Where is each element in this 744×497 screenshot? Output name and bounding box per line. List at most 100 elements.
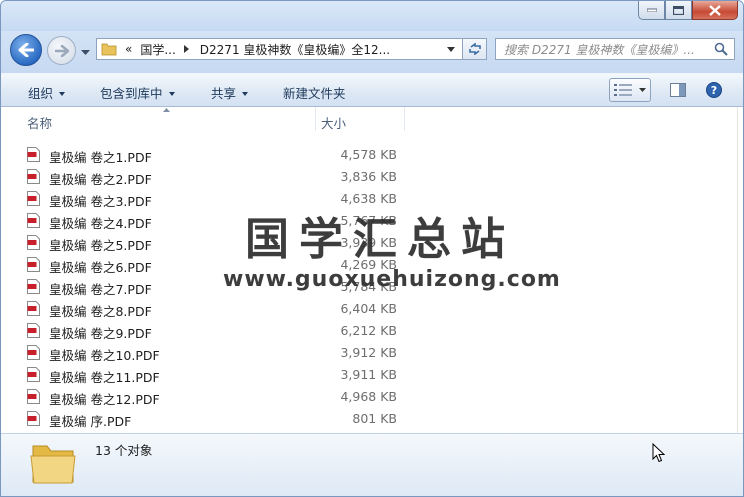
minimize-button[interactable] xyxy=(638,1,665,20)
file-row[interactable]: 皇极编 卷之3.PDF 4,638 KB xyxy=(25,188,405,210)
file-name[interactable]: 皇极编 卷之6.PDF xyxy=(49,257,152,276)
pdf-file-icon xyxy=(27,389,40,404)
back-arrow-icon xyxy=(18,43,34,57)
share-label: 共享 xyxy=(211,86,237,101)
file-size: 6,404 KB xyxy=(340,301,397,316)
pdf-file-icon xyxy=(27,345,40,360)
file-name[interactable]: 皇极编 卷之2.PDF xyxy=(49,169,152,188)
file-list-pane[interactable]: 名称 大小 皇极编 卷之1.PDF 4,578 KB 皇极编 卷之2.PDF 3,83… xyxy=(1,107,737,433)
forward-button[interactable] xyxy=(47,36,76,65)
file-row[interactable]: 皇极编 卷之4.PDF 5,767 KB xyxy=(25,210,405,232)
file-row[interactable]: 皇极编 卷之2.PDF 3,836 KB xyxy=(25,166,405,188)
breadcrumb-separator-icon[interactable] xyxy=(183,45,190,53)
file-row[interactable]: 皇极编 卷之11.PDF 3,911 KB xyxy=(25,364,405,386)
right-edge xyxy=(737,107,743,433)
file-name[interactable]: 皇极编 卷之12.PDF xyxy=(49,389,160,408)
file-name[interactable]: 皇极编 卷之8.PDF xyxy=(49,301,152,320)
recent-pages-dropdown[interactable] xyxy=(81,45,90,59)
pdf-file-icon xyxy=(27,257,40,272)
file-size: 3,836 KB xyxy=(340,169,397,184)
file-name[interactable]: 皇极编 卷之1.PDF xyxy=(49,147,152,166)
file-row[interactable]: 皇极编 卷之5.PDF 3,939 KB xyxy=(25,232,405,254)
file-size: 3,911 KB xyxy=(340,367,397,382)
chevron-down-icon[interactable] xyxy=(639,88,646,93)
folder-icon xyxy=(101,43,117,56)
chevron-down-icon xyxy=(168,92,175,96)
file-name[interactable]: 皇极编 卷之4.PDF xyxy=(49,213,152,232)
include-in-library-label: 包含到库中 xyxy=(100,86,163,101)
mouse-cursor-icon xyxy=(652,443,665,463)
pdf-file-icon xyxy=(27,411,40,426)
organize-label: 组织 xyxy=(28,86,54,101)
new-folder-button[interactable]: 新建文件夹 xyxy=(283,83,346,102)
file-name[interactable]: 皇极编 卷之3.PDF xyxy=(49,191,152,210)
file-size: 4,269 KB xyxy=(340,257,397,272)
pdf-file-icon xyxy=(27,169,40,184)
address-bar[interactable]: « 国学... D2271 皇极神数《皇极编》全12... xyxy=(96,38,463,60)
file-row[interactable]: 皇极编 卷之10.PDF 3,912 KB xyxy=(25,342,405,364)
preview-pane-icon[interactable] xyxy=(670,83,686,97)
close-icon xyxy=(709,4,721,16)
details-view-icon xyxy=(614,84,632,96)
file-row[interactable]: 皇极编 卷之9.PDF 6,212 KB xyxy=(25,320,405,342)
pdf-file-icon xyxy=(27,147,40,162)
file-name[interactable]: 皇极编 卷之10.PDF xyxy=(49,345,160,364)
column-divider[interactable] xyxy=(315,107,316,131)
search-input[interactable]: 搜索 D2271 皇极神数《皇极编》... xyxy=(496,41,714,58)
pdf-file-icon xyxy=(27,235,40,250)
details-pane: 13 个对象 xyxy=(1,433,743,496)
address-overflow-chevrons[interactable]: « xyxy=(125,42,132,56)
file-name[interactable]: 皇极编 卷之5.PDF xyxy=(49,235,152,254)
file-row[interactable]: 皇极编 卷之8.PDF 6,404 KB xyxy=(25,298,405,320)
column-header-size[interactable]: 大小 xyxy=(321,113,346,132)
pdf-file-icon xyxy=(27,301,40,316)
file-row[interactable]: 皇极编 卷之1.PDF 4,578 KB xyxy=(25,144,405,166)
file-rows: 皇极编 卷之1.PDF 4,578 KB 皇极编 卷之2.PDF 3,836 KB 皇极… xyxy=(25,144,405,430)
pdf-file-icon xyxy=(27,323,40,338)
column-header-row: 名称 大小 xyxy=(1,107,737,131)
pdf-file-icon xyxy=(27,191,40,206)
breadcrumb-item[interactable]: 国学... xyxy=(140,41,175,58)
svg-text:?: ? xyxy=(711,84,717,97)
item-count: 13 个对象 xyxy=(95,443,153,458)
include-in-library-menu[interactable]: 包含到库中 xyxy=(100,83,175,102)
file-row[interactable]: 皇极编 卷之12.PDF 4,968 KB xyxy=(25,386,405,408)
pdf-file-icon xyxy=(27,367,40,382)
change-view-button[interactable] xyxy=(609,78,651,102)
new-folder-label: 新建文件夹 xyxy=(283,86,346,101)
chevron-down-icon xyxy=(242,92,249,96)
file-size: 4,638 KB xyxy=(340,191,397,206)
back-button[interactable] xyxy=(10,34,42,66)
maximize-button[interactable] xyxy=(665,1,692,20)
forward-arrow-icon xyxy=(54,44,69,57)
share-menu[interactable]: 共享 xyxy=(211,83,249,102)
pdf-file-icon xyxy=(27,213,40,228)
refresh-button[interactable] xyxy=(463,38,487,60)
close-button[interactable] xyxy=(692,1,738,20)
file-size: 4,578 KB xyxy=(340,147,397,162)
file-size: 5,784 KB xyxy=(340,279,397,294)
help-icon[interactable]: ? xyxy=(706,82,722,98)
command-bar: 组织 包含到库中 共享 新建文件夹 ? xyxy=(1,73,743,107)
file-size: 5,767 KB xyxy=(340,213,397,228)
column-divider[interactable] xyxy=(404,107,405,131)
file-name[interactable]: 皇极编 卷之9.PDF xyxy=(49,323,152,342)
file-row[interactable]: 皇极编 序.PDF 801 KB xyxy=(25,408,405,430)
search-box[interactable]: 搜索 D2271 皇极神数《皇极编》... xyxy=(495,38,735,60)
title-bar xyxy=(1,1,743,31)
folder-icon xyxy=(30,445,76,484)
pdf-file-icon xyxy=(27,279,40,294)
file-name[interactable]: 皇极编 卷之7.PDF xyxy=(49,279,152,298)
search-icon[interactable] xyxy=(714,42,728,56)
file-size: 4,968 KB xyxy=(340,389,397,404)
file-row[interactable]: 皇极编 卷之6.PDF 4,269 KB xyxy=(25,254,405,276)
file-size: 3,912 KB xyxy=(340,345,397,360)
address-dropdown-icon[interactable] xyxy=(447,47,455,52)
file-row[interactable]: 皇极编 卷之7.PDF 5,784 KB xyxy=(25,276,405,298)
file-name[interactable]: 皇极编 序.PDF xyxy=(49,411,131,430)
column-header-name[interactable]: 名称 xyxy=(27,113,52,132)
breadcrumb-current[interactable]: D2271 皇极神数《皇极编》全12... xyxy=(200,41,390,58)
file-size: 801 KB xyxy=(352,411,397,426)
file-name[interactable]: 皇极编 卷之11.PDF xyxy=(49,367,160,386)
organize-menu[interactable]: 组织 xyxy=(28,83,66,102)
